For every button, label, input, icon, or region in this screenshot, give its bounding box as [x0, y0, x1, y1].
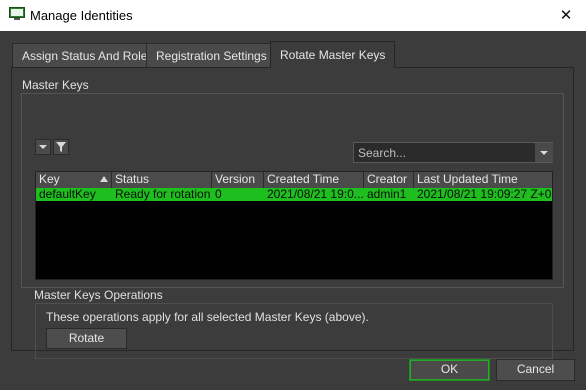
- identity-app-icon: [9, 7, 25, 21]
- tab-rotate-master-keys[interactable]: Rotate Master Keys: [270, 41, 396, 68]
- table-row[interactable]: defaultKey Ready for rotation 0 2021/08/…: [36, 188, 552, 201]
- sort-ascending-icon: [100, 176, 108, 182]
- rotate-master-keys-panel: Master Keys Key: [11, 67, 574, 359]
- cell-last-updated-time: 2021/08/21 19:09:27 Z+00: [417, 188, 552, 201]
- filter-icon: [56, 142, 66, 152]
- collapse-button[interactable]: [35, 139, 51, 155]
- column-header-creator[interactable]: Creator: [364, 172, 414, 188]
- cell-key: defaultKey: [39, 188, 96, 201]
- search-input[interactable]: [354, 143, 530, 162]
- filter-button[interactable]: [53, 139, 69, 155]
- search-dropdown-button[interactable]: [534, 143, 553, 162]
- chevron-down-icon: [39, 145, 47, 149]
- search-box[interactable]: [353, 142, 553, 163]
- ok-button[interactable]: OK: [409, 359, 490, 381]
- cell-creator: admin1: [367, 188, 407, 201]
- chevron-down-icon: [540, 151, 548, 155]
- master-keys-label: Master Keys: [22, 78, 89, 92]
- window-title: Manage Identities: [30, 8, 133, 23]
- column-header-version[interactable]: Version: [212, 172, 264, 188]
- column-header-created-time[interactable]: Created Time: [264, 172, 364, 188]
- rotate-button[interactable]: Rotate: [46, 328, 127, 349]
- tab-assign-status-and-role[interactable]: Assign Status And Role: [12, 43, 158, 67]
- close-button[interactable]: ✕: [546, 0, 586, 31]
- master-keys-table[interactable]: Key Status Version Created Time Creator …: [35, 171, 553, 280]
- operations-description: These operations apply for all selected …: [46, 310, 369, 324]
- cell-status: Ready for rotation: [115, 188, 211, 201]
- tab-registration-settings[interactable]: Registration Settings: [146, 43, 277, 67]
- table-header: Key Status Version Created Time Creator …: [36, 172, 552, 188]
- column-header-last-updated-time[interactable]: Last Updated Time: [414, 172, 552, 188]
- dialog-body: Assign Status And Role Registration Sett…: [0, 31, 586, 390]
- cell-created-time: 2021/08/21 19:0...: [267, 188, 364, 201]
- operations-label: Master Keys Operations: [34, 288, 163, 302]
- column-header-key[interactable]: Key: [36, 172, 112, 188]
- cancel-button[interactable]: Cancel: [496, 359, 575, 381]
- cell-version: 0: [215, 188, 222, 201]
- column-header-status[interactable]: Status: [112, 172, 212, 188]
- title-bar: Manage Identities ✕: [0, 0, 586, 31]
